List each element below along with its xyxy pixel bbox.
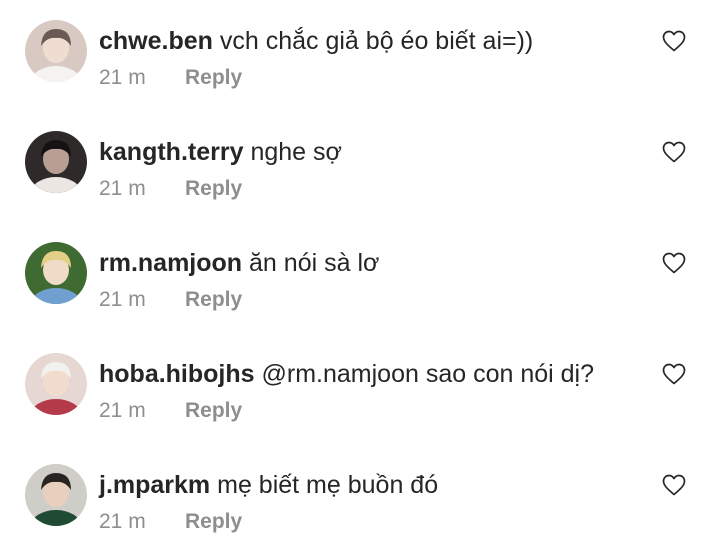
like-button[interactable] <box>662 252 686 274</box>
comment-text: ăn nói sà lơ <box>249 249 380 277</box>
avatar[interactable] <box>25 464 87 526</box>
reply-button[interactable]: Reply <box>185 177 242 200</box>
heart-icon <box>662 30 686 52</box>
comment-item: rm.namjoon ăn nói sà lơ 21 m Reply <box>0 222 720 322</box>
comment-time: 21 m <box>99 177 146 200</box>
heart-icon <box>662 141 686 163</box>
comments-list: chwe.ben vch chắc giả bộ éo biết ai=)) 21… <box>0 0 720 556</box>
comment-username[interactable]: j.mparkm <box>99 471 210 499</box>
comment-time: 21 m <box>99 288 146 311</box>
comment-username[interactable]: rm.namjoon <box>99 249 242 277</box>
comment-time: 21 m <box>99 399 146 422</box>
heart-icon <box>662 474 686 496</box>
comment-username[interactable]: kangth.terry <box>99 138 243 166</box>
comment-username[interactable]: hoba.hibojhs <box>99 360 255 388</box>
comment-meta: 21 m Reply <box>99 64 242 92</box>
avatar[interactable] <box>25 20 87 82</box>
like-button[interactable] <box>662 30 686 52</box>
heart-icon <box>662 363 686 385</box>
comment-text: mẹ biết mẹ buồn đó <box>217 471 439 499</box>
comment-meta: 21 m Reply <box>99 508 242 536</box>
comment-line: kangth.terry nghe sợ <box>99 135 342 169</box>
comment-line: hoba.hibojhs @rm.namjoon sao con nói dị? <box>99 357 594 391</box>
reply-button[interactable]: Reply <box>185 288 242 311</box>
heart-icon <box>662 252 686 274</box>
comment-item: j.mparkm mẹ biết mẹ buồn đó 21 m Reply <box>0 444 720 544</box>
comment-item: chwe.ben vch chắc giả bộ éo biết ai=)) 21… <box>0 0 720 100</box>
comment-text: @rm.namjoon sao con nói dị? <box>261 360 595 388</box>
comment-meta: 21 m Reply <box>99 286 242 314</box>
comment-line: j.mparkm mẹ biết mẹ buồn đó <box>99 468 438 502</box>
reply-button[interactable]: Reply <box>185 399 242 422</box>
comment-meta: 21 m Reply <box>99 175 242 203</box>
comment-item: kangth.terry nghe sợ 21 m Reply <box>0 111 720 211</box>
like-button[interactable] <box>662 141 686 163</box>
like-button[interactable] <box>662 363 686 385</box>
comment-time: 21 m <box>99 510 146 533</box>
avatar[interactable] <box>25 242 87 304</box>
reply-button[interactable]: Reply <box>185 510 242 533</box>
comment-line: rm.namjoon ăn nói sà lơ <box>99 246 379 280</box>
comment-username[interactable]: chwe.ben <box>99 27 213 55</box>
comment-text: vch chắc giả bộ éo biết ai=)) <box>219 27 534 55</box>
avatar[interactable] <box>25 353 87 415</box>
comment-line: chwe.ben vch chắc giả bộ éo biết ai=)) <box>99 24 533 58</box>
comment-meta: 21 m Reply <box>99 397 242 425</box>
comment-item: hoba.hibojhs @rm.namjoon sao con nói dị?… <box>0 333 720 433</box>
avatar[interactable] <box>25 131 87 193</box>
comment-time: 21 m <box>99 66 146 89</box>
reply-button[interactable]: Reply <box>185 66 242 89</box>
like-button[interactable] <box>662 474 686 496</box>
comment-text: nghe sợ <box>250 138 342 166</box>
